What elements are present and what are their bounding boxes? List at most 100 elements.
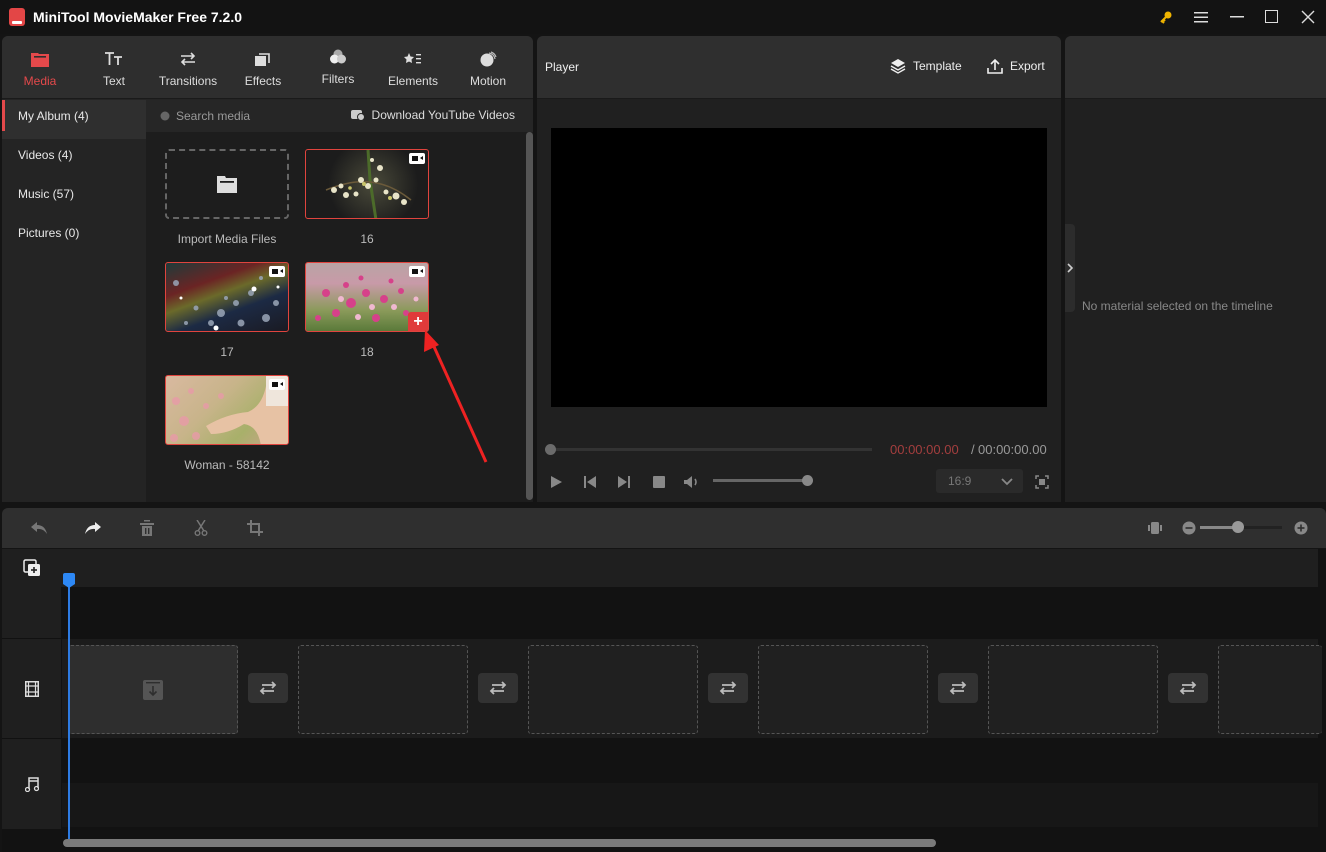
text-icon <box>105 48 123 70</box>
transition-button[interactable] <box>478 673 518 703</box>
aspect-ratio-value: 16:9 <box>948 474 972 488</box>
tab-effects[interactable]: Effects <box>238 36 288 99</box>
tab-text[interactable]: Text <box>90 36 138 99</box>
fullscreen-button[interactable] <box>1033 473 1051 491</box>
tab-filters[interactable]: Filters <box>314 36 362 97</box>
time-separator: / <box>971 442 975 457</box>
scissors-icon <box>194 520 208 536</box>
media-item-18[interactable]: + <box>305 262 429 332</box>
aspect-ratio-select[interactable]: 16:9 <box>936 469 1023 493</box>
key-icon[interactable] <box>1151 4 1181 30</box>
video-camera-icon <box>269 266 285 277</box>
media-scrollbar[interactable] <box>526 132 533 500</box>
timeline-slot[interactable] <box>298 645 468 734</box>
timeline-toolbar <box>2 508 1326 548</box>
export-button[interactable]: Export <box>987 58 1045 74</box>
transition-swap-icon <box>719 681 737 695</box>
tab-transitions[interactable]: Transitions <box>154 36 222 99</box>
delete-button[interactable] <box>137 519 157 537</box>
split-button[interactable] <box>191 519 211 537</box>
play-button[interactable] <box>547 473 565 491</box>
close-button[interactable] <box>1293 4 1323 30</box>
current-time: 00:00:00.00 <box>890 442 959 457</box>
download-youtube-label: Download YouTube Videos <box>371 108 515 122</box>
transition-button[interactable] <box>708 673 748 703</box>
media-item-label: 17 <box>220 345 234 359</box>
zoom-in-button[interactable] <box>1291 519 1311 537</box>
menu-icon[interactable] <box>1186 4 1216 30</box>
undo-button[interactable] <box>29 519 49 537</box>
chevron-down-icon <box>1001 469 1013 501</box>
media-item-16[interactable] <box>305 149 429 219</box>
media-item-label: 16 <box>360 232 374 246</box>
add-to-timeline-button[interactable]: + <box>408 312 428 331</box>
timeline-slot[interactable] <box>68 645 238 734</box>
timeline-ruler[interactable] <box>2 549 1318 587</box>
media-item-woman-58142[interactable] <box>165 375 289 445</box>
redo-button[interactable] <box>83 519 103 537</box>
transition-button[interactable] <box>1168 673 1208 703</box>
zoom-in-icon <box>1294 521 1308 535</box>
timeline-slot[interactable] <box>758 645 928 734</box>
download-youtube-button[interactable]: Download YouTube Videos <box>350 108 515 122</box>
import-media-button[interactable] <box>165 149 289 219</box>
media-item-17[interactable] <box>165 262 289 332</box>
category-music[interactable]: Music (57) <box>2 178 146 217</box>
playhead-line[interactable] <box>68 577 70 839</box>
minimize-button[interactable] <box>1222 4 1252 30</box>
transition-swap-icon <box>259 681 277 695</box>
category-videos[interactable]: Videos (4) <box>2 139 146 178</box>
seek-bar[interactable] <box>546 448 872 451</box>
timeline-slot[interactable] <box>988 645 1158 734</box>
track-headers <box>2 587 61 829</box>
folder-icon <box>217 176 237 193</box>
timeline-slot[interactable] <box>1218 645 1322 734</box>
tab-label: Effects <box>244 73 282 88</box>
stop-button[interactable] <box>650 473 668 491</box>
transition-button[interactable] <box>938 673 978 703</box>
video-track[interactable] <box>62 639 1322 738</box>
volume-handle[interactable] <box>802 475 813 486</box>
chevron-right-icon <box>1067 263 1073 273</box>
add-track-button[interactable] <box>23 559 41 582</box>
audio-track[interactable] <box>62 783 1318 827</box>
tab-label: Media <box>23 73 57 88</box>
category-my-album[interactable]: My Album (4) <box>2 100 146 139</box>
crop-button[interactable] <box>245 519 265 537</box>
youtube-download-icon <box>350 109 365 121</box>
maximize-button[interactable] <box>1257 4 1287 30</box>
redo-icon <box>85 522 101 534</box>
player-panel: Player Template Export 00:00:00.00 / 00:… <box>537 36 1061 502</box>
app-title: MiniTool MovieMaker Free 7.2.0 <box>33 9 243 25</box>
properties-header <box>1065 36 1326 99</box>
seek-handle[interactable] <box>545 444 556 455</box>
timeline-zoom-handle[interactable] <box>1232 521 1244 533</box>
collapse-panel-button[interactable] <box>1065 224 1075 312</box>
playhead-handle[interactable] <box>63 573 75 588</box>
previous-frame-button[interactable] <box>581 473 599 491</box>
tab-elements[interactable]: Elements <box>382 36 444 99</box>
tab-label: Motion <box>469 73 507 88</box>
app-logo-icon <box>9 8 25 26</box>
video-preview[interactable] <box>551 128 1047 407</box>
transition-button[interactable] <box>248 673 288 703</box>
search-input[interactable]: Search media <box>160 108 320 124</box>
tab-media[interactable]: Media <box>16 36 64 99</box>
track-header-video <box>2 639 61 739</box>
category-pictures[interactable]: Pictures (0) <box>2 217 146 256</box>
timeline-scrollbar[interactable] <box>63 839 936 847</box>
trash-icon <box>140 520 154 536</box>
volume-slider[interactable] <box>713 479 808 482</box>
timeline <box>2 549 1326 852</box>
next-frame-button[interactable] <box>615 473 633 491</box>
timeline-slot[interactable] <box>528 645 698 734</box>
fit-timeline-button[interactable] <box>1145 519 1165 537</box>
skip-forward-icon <box>618 476 630 488</box>
film-icon <box>24 680 39 697</box>
template-button[interactable]: Template <box>890 58 962 74</box>
search-placeholder: Search media <box>176 109 251 123</box>
volume-button[interactable] <box>683 473 701 491</box>
layers-icon <box>890 59 906 74</box>
zoom-out-button[interactable] <box>1179 519 1199 537</box>
tab-motion[interactable]: Motion <box>464 36 512 99</box>
